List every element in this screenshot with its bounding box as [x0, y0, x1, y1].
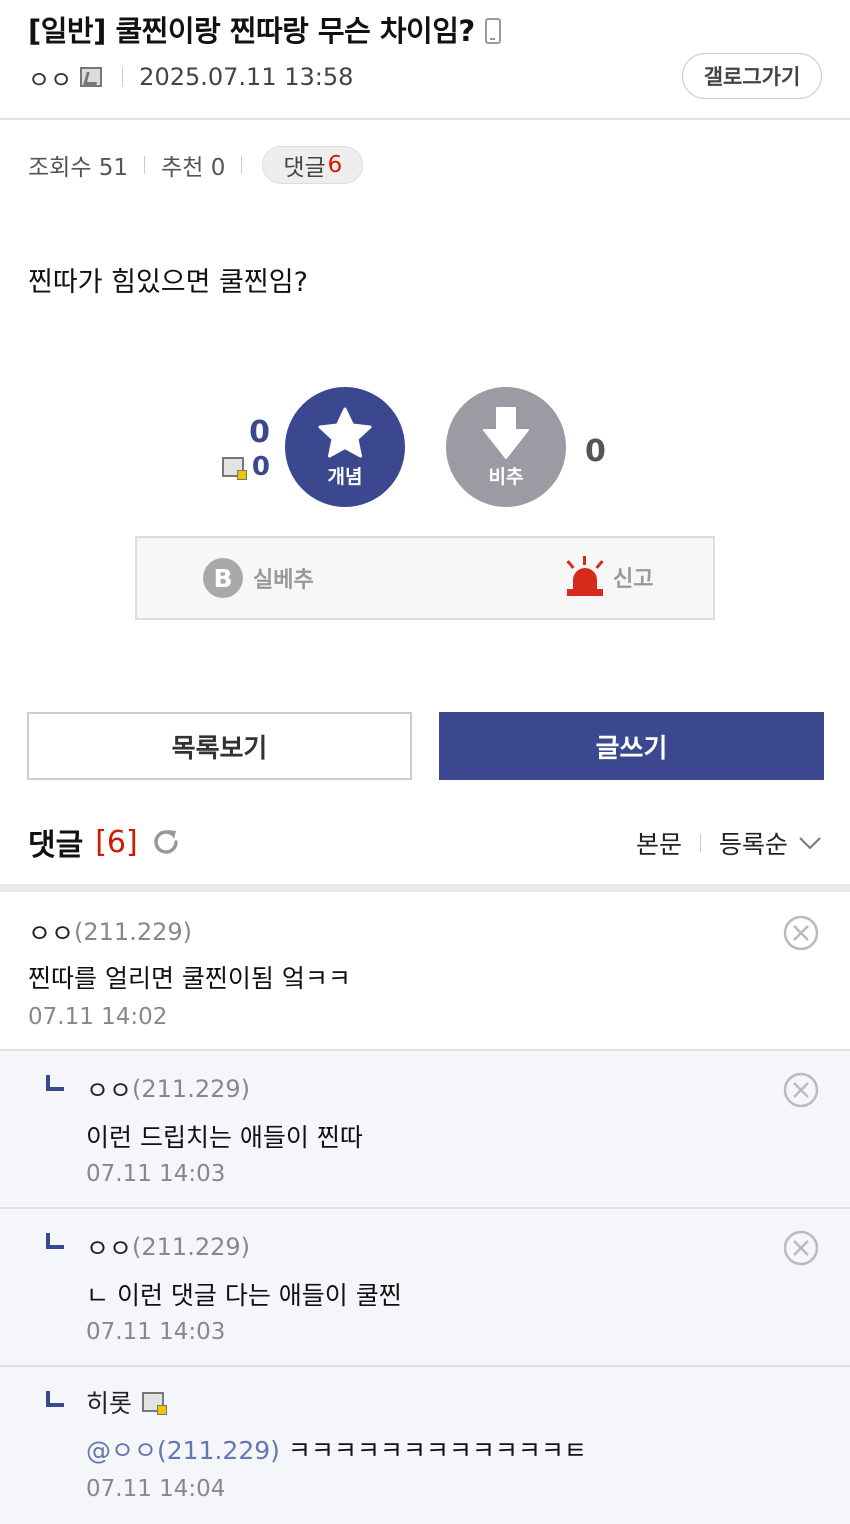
list-view-button[interactable]: 목록보기 — [27, 712, 412, 780]
upvote-label: 개념 — [327, 465, 363, 488]
reply-arrow-icon — [46, 1391, 64, 1407]
comment-pill-count: 6 — [327, 152, 343, 178]
report-label: 신고 — [613, 567, 654, 592]
comment-sort: 본문 등록순 — [636, 824, 822, 862]
upvote-count: 0 — [249, 415, 270, 450]
comment-author-ip: (211.229) — [132, 1233, 250, 1261]
fixed-nick-icon — [80, 67, 103, 87]
fixed-upvote-count: 0 — [251, 452, 270, 482]
chevron-down-icon[interactable] — [798, 831, 822, 855]
comments-count: [6] — [95, 824, 138, 860]
fixed-nick-icon — [221, 457, 247, 480]
report-button[interactable]: 신고 — [565, 556, 653, 598]
post-datetime: 2025.07.11 13:58 — [139, 63, 354, 91]
post-body: 찐따가 힘있으면 쿨찐임? — [28, 267, 308, 298]
best-b-icon: B — [203, 558, 243, 598]
fixed-nick-icon — [142, 1392, 168, 1415]
reply-item: ㅇㅇ (211.229) 이런 드립치는 애들이 찐따 07.11 14:03 — [0, 1051, 850, 1209]
post-title-text: [일반] 쿨찐이랑 찐따랑 무슨 차이임? — [28, 14, 475, 48]
comment-text-body: ㅋㅋㅋㅋㅋㅋㅋㅋㅋㅋㅋㅋㅌ — [287, 1436, 587, 1465]
reply-item: 히롯 @ㅇㅇ(211.229) ㅋㅋㅋㅋㅋㅋㅋㅋㅋㅋㅋㅋㅌ 07.11 14:0… — [0, 1367, 850, 1524]
reply-arrow-icon — [46, 1233, 64, 1249]
comments-header: 댓글 [6] — [28, 820, 182, 864]
comment-author-name[interactable]: ㅇㅇ — [28, 914, 74, 950]
stats-divider — [144, 156, 146, 174]
gallog-button[interactable]: 갤로그가기 — [682, 53, 822, 99]
comment-text: @ㅇㅇ(211.229) ㅋㅋㅋㅋㅋㅋㅋㅋㅋㅋㅋㅋㅌ — [86, 1431, 587, 1467]
comment-author: ㅇㅇ (211.229) — [28, 914, 192, 950]
star-icon — [318, 407, 372, 457]
downvote-button[interactable]: 비추 — [446, 387, 566, 507]
downvote-label: 비추 — [488, 465, 524, 488]
comment-author-name[interactable]: ㅇㅇ — [86, 1071, 132, 1107]
comment-text: 이런 드립치는 애들이 찐따 — [86, 1123, 363, 1152]
comment-mention[interactable]: @ㅇㅇ(211.229) — [86, 1436, 280, 1465]
reply-item: ㅇㅇ (211.229) ㄴ 이런 댓글 다는 애들이 쿨찐 07.11 14:0… — [0, 1209, 850, 1367]
arrow-down-icon — [483, 406, 529, 459]
siren-icon — [565, 556, 605, 598]
comment-author: 히롯 — [86, 1384, 172, 1420]
stats-divider — [241, 156, 243, 174]
comment-item: ㅇㅇ (211.229) 찐따를 얼리면 쿨찐이됨 엌ㅋㅋ 07.11 14:02 — [0, 892, 850, 1051]
post-meta: ㅇㅇ 2025.07.11 13:58 — [28, 60, 353, 94]
comment-author: ㅇㅇ (211.229) — [86, 1071, 250, 1107]
comment-date: 07.11 14:03 — [86, 1319, 226, 1345]
post-actions: B 실베추 신고 — [135, 536, 715, 620]
comment-text: 찐따를 얼리면 쿨찐이됨 엌ㅋㅋ — [28, 964, 351, 993]
view-count: 조회수 51 — [28, 155, 129, 181]
post-stats: 조회수 51 추천 0 댓글 6 — [28, 146, 364, 184]
mobile-phone-icon — [484, 18, 501, 44]
delete-icon[interactable] — [782, 1229, 820, 1267]
comment-author-ip: (211.229) — [132, 1075, 250, 1103]
comment-date: 07.11 14:03 — [86, 1161, 226, 1187]
sort-order-select[interactable]: 등록순 — [719, 825, 788, 861]
comment-author: ㅇㅇ (211.229) — [86, 1229, 250, 1265]
comments-title: 댓글 — [28, 828, 84, 863]
comment-text: ㄴ 이런 댓글 다는 애들이 쿨찐 — [86, 1281, 402, 1310]
post-author[interactable]: ㅇㅇ — [28, 60, 72, 95]
comment-author-name[interactable]: 히롯 — [86, 1384, 132, 1420]
reply-arrow-icon — [46, 1075, 64, 1091]
delete-icon[interactable] — [782, 1071, 820, 1109]
comment-date: 07.11 14:04 — [86, 1476, 226, 1502]
downvote-count: 0 — [585, 434, 606, 469]
comment-author-ip: (211.229) — [74, 918, 192, 946]
sort-divider — [699, 834, 701, 852]
fixed-upvote-row: 0 — [210, 452, 270, 482]
upvote-counts: 0 0 — [210, 414, 270, 482]
refresh-icon[interactable] — [150, 826, 182, 858]
best-recommend-button[interactable]: B 실베추 — [203, 558, 314, 598]
post-title: [일반] 쿨찐이랑 찐따랑 무슨 차이임? — [28, 8, 501, 50]
meta-divider — [122, 67, 124, 87]
delete-icon[interactable] — [782, 914, 820, 952]
comments-divider — [0, 884, 850, 892]
best-recommend-label: 실베추 — [253, 568, 314, 593]
header-divider — [0, 118, 850, 120]
comment-pill-label: 댓글 — [283, 155, 326, 181]
write-post-button[interactable]: 글쓰기 — [439, 712, 824, 780]
upvote-button[interactable]: 개념 — [285, 387, 405, 507]
comment-count-pill[interactable]: 댓글 6 — [262, 146, 364, 184]
sort-by-body-button[interactable]: 본문 — [636, 825, 682, 861]
recommend-count: 추천 0 — [161, 155, 226, 181]
comment-date: 07.11 14:02 — [28, 1004, 168, 1030]
comment-author-name[interactable]: ㅇㅇ — [86, 1229, 132, 1265]
